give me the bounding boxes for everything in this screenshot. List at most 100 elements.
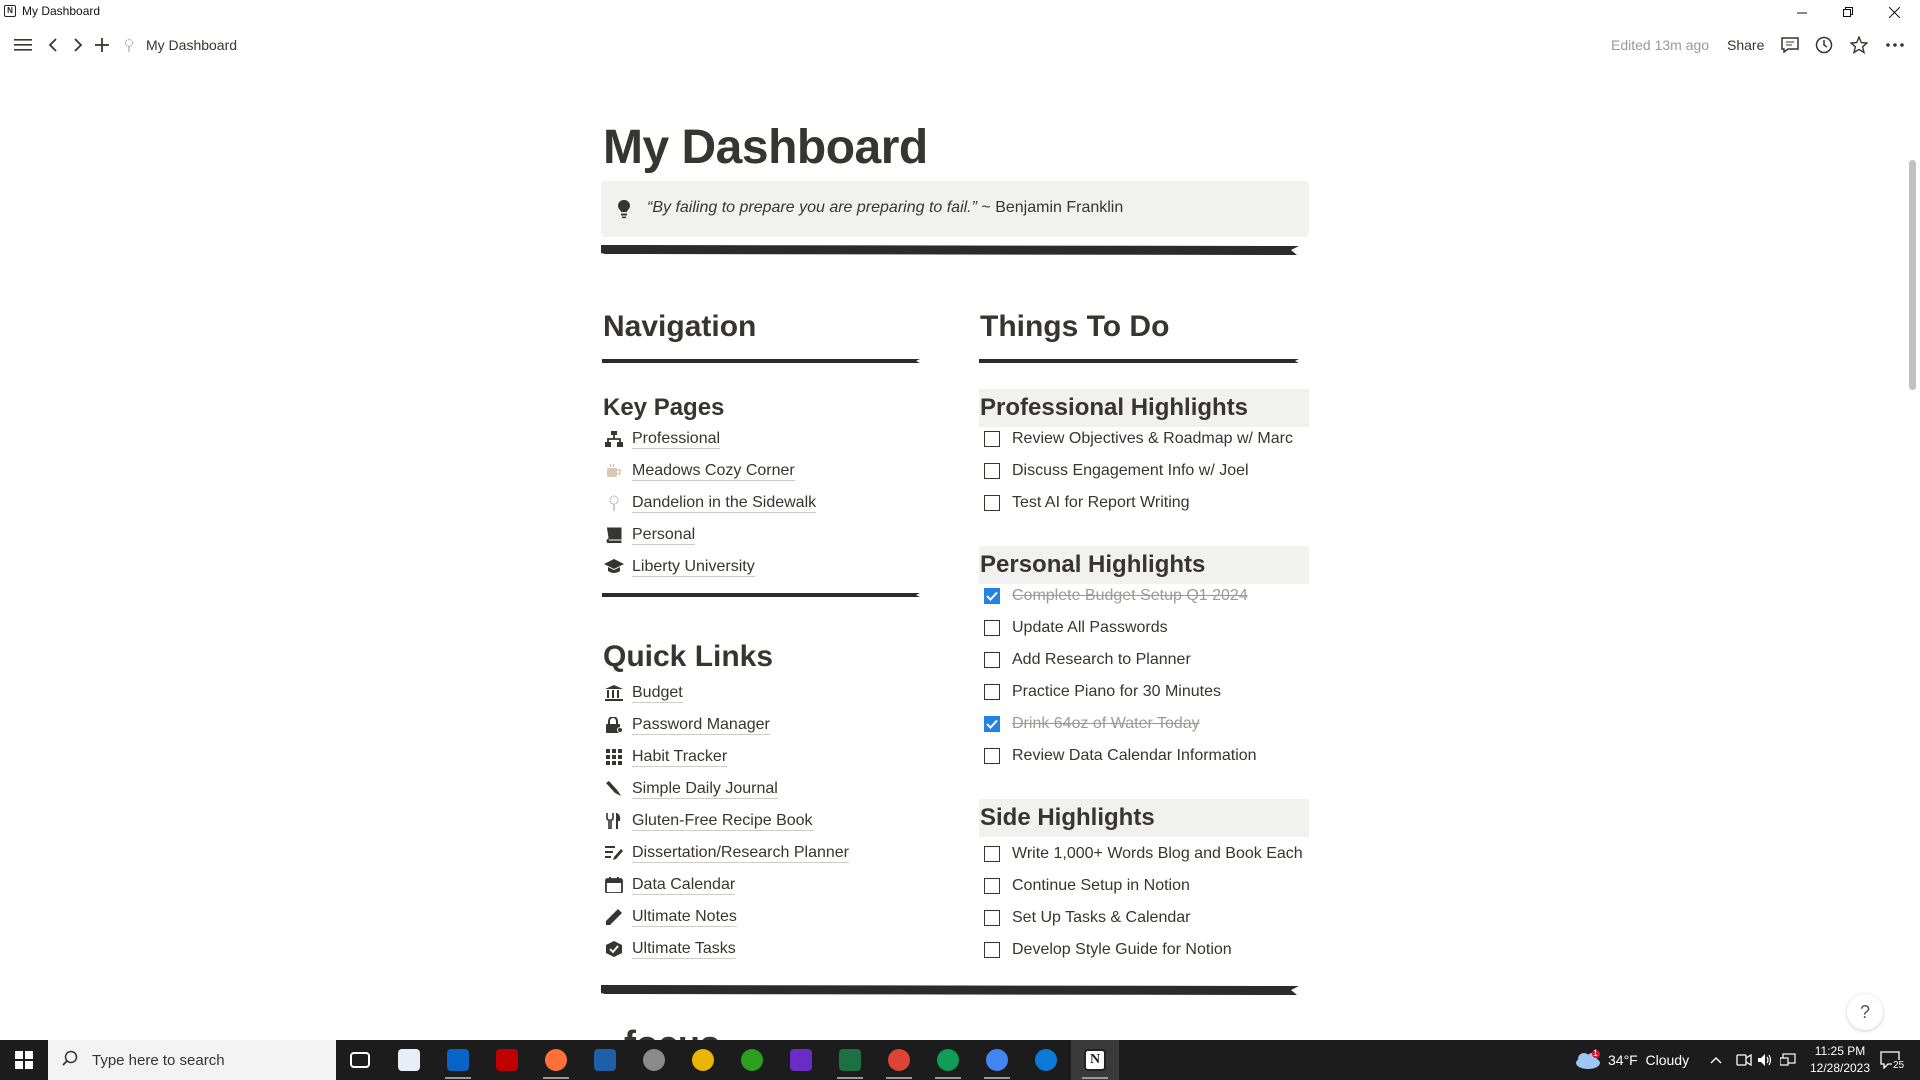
taskbar-clock[interactable]: 11:25 PM 12/28/2023 [1800,1043,1880,1077]
todo-checkbox[interactable] [984,463,1000,479]
favorite-star-icon[interactable] [1848,30,1870,60]
key-page-link[interactable]: Meadows Cozy Corner [604,458,795,484]
taskbar-app-chrome-3[interactable] [924,1040,972,1080]
todo-text[interactable]: Discuss Engagement Info w/ Joel [1012,462,1249,480]
professional-highlights-heading: Professional Highlights [980,394,1249,421]
share-button[interactable]: Share [1727,30,1764,60]
todo-checkbox[interactable] [984,431,1000,447]
todo-text[interactable]: Review Objectives & Roadmap w/ Marc [1012,430,1293,448]
key-page-link[interactable]: Dandelion in the Sidewalk [604,490,817,516]
taskbar-app-app-purple[interactable] [777,1040,825,1080]
windows-taskbar: Type here to search N 1 34°F Cloudy 11:2… [0,1040,1920,1080]
forward-arrow-icon[interactable] [69,30,87,60]
window-titlebar: N My Dashboard [0,0,1920,24]
todo-checkbox[interactable] [984,942,1000,958]
todo-checkbox[interactable] [984,748,1000,764]
taskbar-app-app-gray-circle[interactable] [630,1040,678,1080]
todo-text[interactable]: Review Data Calendar Information [1012,747,1257,765]
taskbar-app-edge[interactable] [1022,1040,1070,1080]
new-page-plus-icon[interactable] [93,30,111,60]
quick-link-label: Password Manager [632,716,770,735]
scrollbar-thumb[interactable] [1909,160,1916,390]
taskbar-app-outlook[interactable] [434,1040,482,1080]
key-page-link[interactable]: Liberty University [604,554,755,580]
key-page-label: Meadows Cozy Corner [632,462,795,481]
page-scrollbar[interactable] [1905,60,1920,1040]
taskbar-app-excel[interactable] [826,1040,874,1080]
history-clock-icon[interactable] [1813,30,1835,60]
quick-link[interactable]: Ultimate Tasks [604,936,736,962]
weather-widget[interactable]: 1 34°F Cloudy [1574,1040,1689,1080]
taskbar-app-notepad[interactable] [385,1040,433,1080]
todo-checkbox[interactable] [984,495,1000,511]
more-options-icon[interactable] [1883,30,1907,60]
todo-text[interactable]: Drink 64oz of Water Today [1012,715,1200,733]
todo-item: Practice Piano for 30 Minutes [984,679,1221,705]
taskbar-app-firefox[interactable] [532,1040,580,1080]
quick-link[interactable]: Simple Daily Journal [604,776,778,802]
todo-checkbox[interactable] [984,620,1000,636]
sidebar-menu-icon[interactable] [12,30,34,60]
key-page-link[interactable]: Personal [604,522,696,548]
comments-icon[interactable] [1779,30,1801,60]
quick-link[interactable]: Gluten-Free Recipe Book [604,808,813,834]
quick-link[interactable]: Ultimate Notes [604,904,737,930]
taskbar-app-chrome-2[interactable] [875,1040,923,1080]
todo-text[interactable]: Write 1,000+ Words Blog and Book Each [1012,845,1303,863]
todo-checkbox[interactable] [984,684,1000,700]
window-title: My Dashboard [22,4,101,18]
todo-text[interactable]: Add Research to Planner [1012,651,1191,669]
taskbar-search-box[interactable]: Type here to search [48,1040,336,1080]
key-page-label: Liberty University [632,558,755,577]
todo-text[interactable]: Continue Setup in Notion [1012,877,1190,895]
taskbar-app-chrome[interactable] [679,1040,727,1080]
restore-button[interactable] [1826,0,1870,24]
grid-icon [604,747,624,767]
next-section-heading: focus [624,1022,720,1040]
quick-link-label: Gluten-Free Recipe Book [632,812,813,831]
back-arrow-icon[interactable] [44,30,62,60]
app-purple-icon [790,1049,812,1071]
minimize-button[interactable] [1780,0,1824,24]
windows-start-button[interactable] [0,1040,48,1080]
quick-link[interactable]: Budget [604,680,683,706]
quick-link[interactable]: Dissertation/Research Planner [604,840,849,866]
outlook-icon [447,1049,469,1071]
quick-link-label: Habit Tracker [632,748,728,767]
meet-now-icon[interactable] [1736,1040,1752,1080]
taskbar-app-quickbooks[interactable] [728,1040,776,1080]
todo-text[interactable]: Update All Passwords [1012,619,1168,637]
calendar-icon [604,875,624,895]
close-button[interactable] [1872,0,1916,24]
todo-text[interactable]: Develop Style Guide for Notion [1012,941,1232,959]
key-page-link[interactable]: Professional [604,426,721,452]
todo-checkbox[interactable] [984,910,1000,926]
breadcrumb-page[interactable]: My Dashboard [146,30,237,60]
taskbar-app-filezilla[interactable] [483,1040,531,1080]
todo-text[interactable]: Test AI for Report Writing [1012,494,1190,512]
todo-checkbox[interactable] [984,846,1000,862]
side-highlights-heading: Side Highlights [980,804,1155,831]
pencil-icon [604,907,624,927]
quick-link[interactable]: Habit Tracker [604,744,728,770]
volume-icon[interactable] [1757,1040,1773,1080]
todo-checkbox[interactable] [984,652,1000,668]
tray-chevron-icon[interactable] [1710,1040,1722,1080]
page-title[interactable]: My Dashboard [603,120,928,175]
todo-checkbox-checked[interactable] [984,588,1000,604]
todo-text[interactable]: Complete Budget Setup Q1 2024 [1012,587,1248,605]
taskbar-app-task-view[interactable] [336,1040,384,1080]
help-button[interactable]: ? [1847,994,1883,1030]
quick-link[interactable]: Password Manager [604,712,770,738]
network-icon[interactable] [1780,1040,1796,1080]
todo-item: Set Up Tasks & Calendar [984,905,1190,931]
taskbar-app-app-blue-box[interactable] [581,1040,629,1080]
taskbar-app-notion[interactable]: N [1071,1040,1119,1080]
todo-checkbox[interactable] [984,878,1000,894]
todo-checkbox-checked[interactable] [984,716,1000,732]
todo-text[interactable]: Set Up Tasks & Calendar [1012,909,1190,927]
taskbar-app-chrome-4[interactable] [973,1040,1021,1080]
notifications-icon[interactable]: 25 [1880,1040,1906,1080]
todo-text[interactable]: Practice Piano for 30 Minutes [1012,683,1221,701]
quick-link[interactable]: Data Calendar [604,872,736,898]
